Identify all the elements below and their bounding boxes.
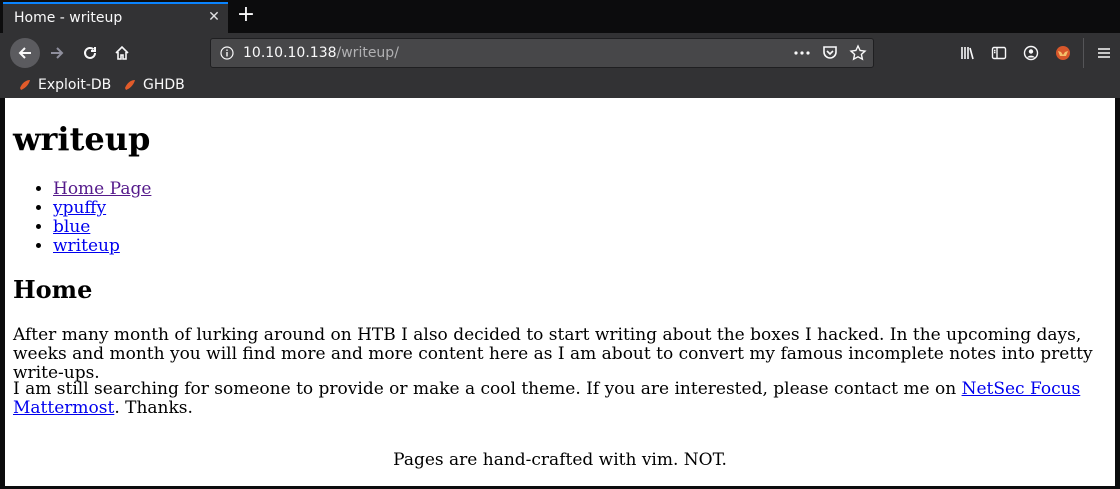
- tab-title: Home - writeup: [14, 10, 123, 26]
- browser-window: Home - writeup ✕ + 10.10.10.138/writeup/: [0, 0, 1120, 489]
- nav-link-ypuffy[interactable]: ypuffy: [53, 198, 106, 218]
- sidebar-button[interactable]: [983, 38, 1015, 68]
- bookmark-exploit-db[interactable]: Exploit-DB: [18, 77, 111, 93]
- foxyproxy-icon: [1056, 46, 1070, 60]
- nav-item: writeup: [53, 237, 151, 256]
- bookmark-ghdb[interactable]: GHDB: [123, 77, 185, 93]
- bookmark-label: GHDB: [143, 77, 185, 93]
- page-content: writeup Home Page ypuffy blue writeup Ho…: [5, 98, 1115, 486]
- arrow-left-icon: [18, 47, 31, 59]
- account-button[interactable]: [1015, 38, 1047, 68]
- page-title: writeup: [13, 120, 151, 158]
- toolbar-separator: [1083, 38, 1084, 68]
- url-text[interactable]: 10.10.10.138/writeup/: [243, 45, 399, 61]
- page-footer: Pages are hand-crafted with vim. NOT.: [393, 450, 727, 470]
- library-button[interactable]: [951, 38, 983, 68]
- pocket-icon[interactable]: [821, 44, 839, 62]
- url-actions: [793, 44, 867, 62]
- nav-link-writeup[interactable]: writeup: [53, 236, 120, 256]
- info-icon[interactable]: [220, 46, 234, 60]
- new-tab-button[interactable]: +: [236, 4, 256, 26]
- ghdb-icon: [125, 80, 135, 90]
- section-title: Home: [13, 275, 93, 304]
- url-bar[interactable]: 10.10.10.138/writeup/: [210, 38, 874, 68]
- contact-text-end: . Thanks.: [114, 398, 193, 418]
- url-host: 10.10.10.138: [243, 45, 337, 61]
- close-icon[interactable]: ✕: [207, 10, 221, 24]
- navigation-toolbar: 10.10.10.138/writeup/: [0, 33, 1120, 74]
- arrow-right-icon: [51, 47, 64, 59]
- extension-button[interactable]: [1047, 38, 1079, 68]
- contact-paragraph: I am still searching for someone to prov…: [13, 380, 1108, 418]
- nav-link-blue[interactable]: blue: [53, 217, 90, 237]
- url-path: /writeup/: [336, 45, 399, 61]
- reload-icon: [84, 46, 96, 59]
- bookmarks-toolbar: Exploit-DB GHDB: [0, 74, 1120, 98]
- forward-button[interactable]: [42, 38, 72, 68]
- contact-text: I am still searching for someone to prov…: [13, 379, 962, 399]
- home-button[interactable]: [107, 38, 137, 68]
- more-options-icon[interactable]: [793, 44, 811, 62]
- hamburger-icon: [1098, 48, 1110, 58]
- menu-button[interactable]: [1088, 38, 1120, 68]
- reload-button[interactable]: [75, 38, 105, 68]
- exploit-db-icon: [20, 80, 30, 90]
- account-icon: [1023, 45, 1039, 61]
- home-icon: [115, 45, 129, 60]
- tab-active[interactable]: Home - writeup ✕: [3, 2, 228, 33]
- back-button[interactable]: [10, 38, 40, 68]
- site-nav: Home Page ypuffy blue writeup: [13, 180, 151, 256]
- tab-strip: Home - writeup ✕ +: [0, 0, 1120, 33]
- nav-item: blue: [53, 218, 151, 237]
- bookmark-star-icon[interactable]: [849, 44, 867, 62]
- sidebar-icon: [991, 46, 1007, 60]
- bookmark-label: Exploit-DB: [38, 77, 112, 93]
- nav-item: Home Page: [53, 180, 151, 199]
- nav-item: ypuffy: [53, 199, 151, 218]
- toolbar-right: [951, 38, 1120, 68]
- nav-link-home-page[interactable]: Home Page: [53, 179, 151, 199]
- intro-paragraph: After many month of lurking around on HT…: [13, 325, 1093, 383]
- library-icon: [961, 47, 974, 60]
